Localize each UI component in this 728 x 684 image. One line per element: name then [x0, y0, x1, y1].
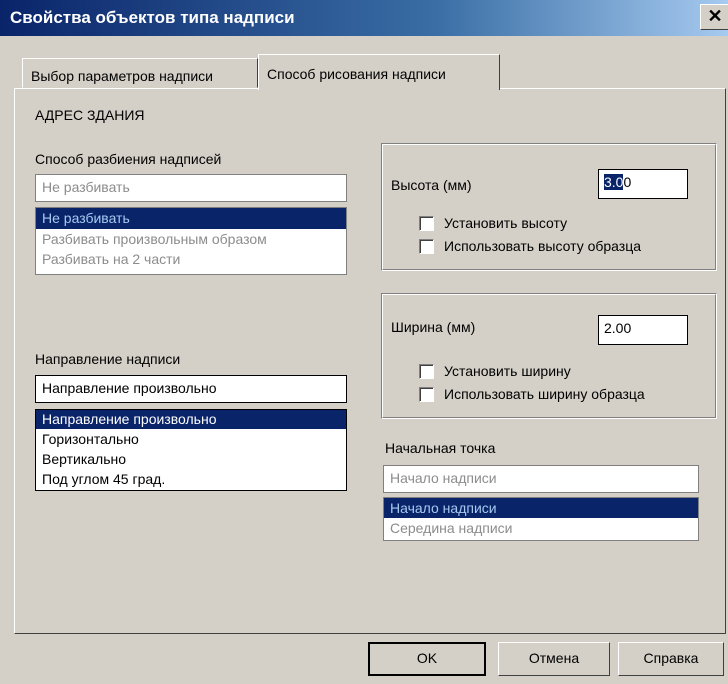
- properties-dialog: Свойства объектов типа надписи ✕ Выбор п…: [0, 0, 728, 684]
- list-item: Разбивать на 2 части: [42, 251, 181, 267]
- list-item[interactable]: Под углом 45 град.: [36, 469, 346, 489]
- list-item: Не разбивать: [36, 208, 346, 229]
- list-item: Начало надписи: [384, 498, 698, 518]
- direction-label: Направление надписи: [35, 351, 181, 367]
- list-item[interactable]: Направление произвольно: [36, 410, 346, 429]
- set-height-option[interactable]: Установить высоту: [419, 215, 567, 231]
- ok-button[interactable]: OK: [368, 642, 486, 676]
- split-mode-list: Не разбивать Разбивать произвольным обра…: [35, 207, 347, 275]
- height-label: Высота (мм): [391, 177, 472, 193]
- width-input[interactable]: 2.00: [598, 315, 688, 345]
- start-point-list: Начало надписи Середина надписи: [383, 497, 699, 541]
- start-point-field: Начало надписи: [383, 465, 699, 493]
- help-button[interactable]: Справка: [618, 642, 724, 676]
- sample-height-option[interactable]: Использовать высоту образца: [419, 238, 641, 254]
- direction-field[interactable]: Направление произвольно: [35, 375, 347, 403]
- list-item: Середина надписи: [390, 520, 513, 536]
- set-width-label: Установить ширину: [444, 363, 571, 379]
- tab-parameters[interactable]: Выбор параметров надписи: [22, 58, 258, 88]
- split-mode-label: Способ разбиения надписей: [35, 151, 222, 167]
- sample-width-label: Использовать ширину образца: [444, 386, 645, 402]
- set-width-checkbox[interactable]: [419, 363, 434, 379]
- start-point-label: Начальная точка: [385, 440, 496, 456]
- cancel-button[interactable]: Отмена: [498, 642, 610, 676]
- list-item[interactable]: Вертикально: [36, 449, 346, 469]
- height-input[interactable]: 3.00: [598, 169, 688, 199]
- object-name-label: АДРЕС ЗДАНИЯ: [35, 107, 145, 123]
- height-value-rest: 0: [623, 174, 632, 190]
- tab-panel: АДРЕС ЗДАНИЯ Способ разбиения надписей Н…: [14, 88, 726, 634]
- sample-height-checkbox[interactable]: [419, 238, 434, 254]
- split-mode-field: Не разбивать: [35, 174, 347, 202]
- sample-width-option[interactable]: Использовать ширину образца: [419, 386, 645, 402]
- height-value-selected: 3.0: [604, 174, 624, 190]
- tab-drawing-mode[interactable]: Способ рисования надписи: [258, 54, 500, 90]
- list-item[interactable]: Горизонтально: [36, 429, 346, 449]
- sample-width-checkbox[interactable]: [419, 386, 434, 402]
- set-width-option[interactable]: Установить ширину: [419, 363, 571, 379]
- set-height-label: Установить высоту: [444, 215, 568, 231]
- width-label: Ширина (мм): [391, 319, 476, 335]
- sample-height-label: Использовать высоту образца: [444, 238, 642, 254]
- direction-list[interactable]: Направление произвольно Горизонтально Ве…: [35, 409, 347, 491]
- title-bar: Свойства объектов типа надписи ✕: [0, 0, 728, 36]
- set-height-checkbox[interactable]: [419, 215, 434, 231]
- close-icon[interactable]: ✕: [700, 4, 728, 30]
- list-item: Разбивать произвольным образом: [42, 231, 267, 247]
- window-title: Свойства объектов типа надписи: [10, 8, 295, 27]
